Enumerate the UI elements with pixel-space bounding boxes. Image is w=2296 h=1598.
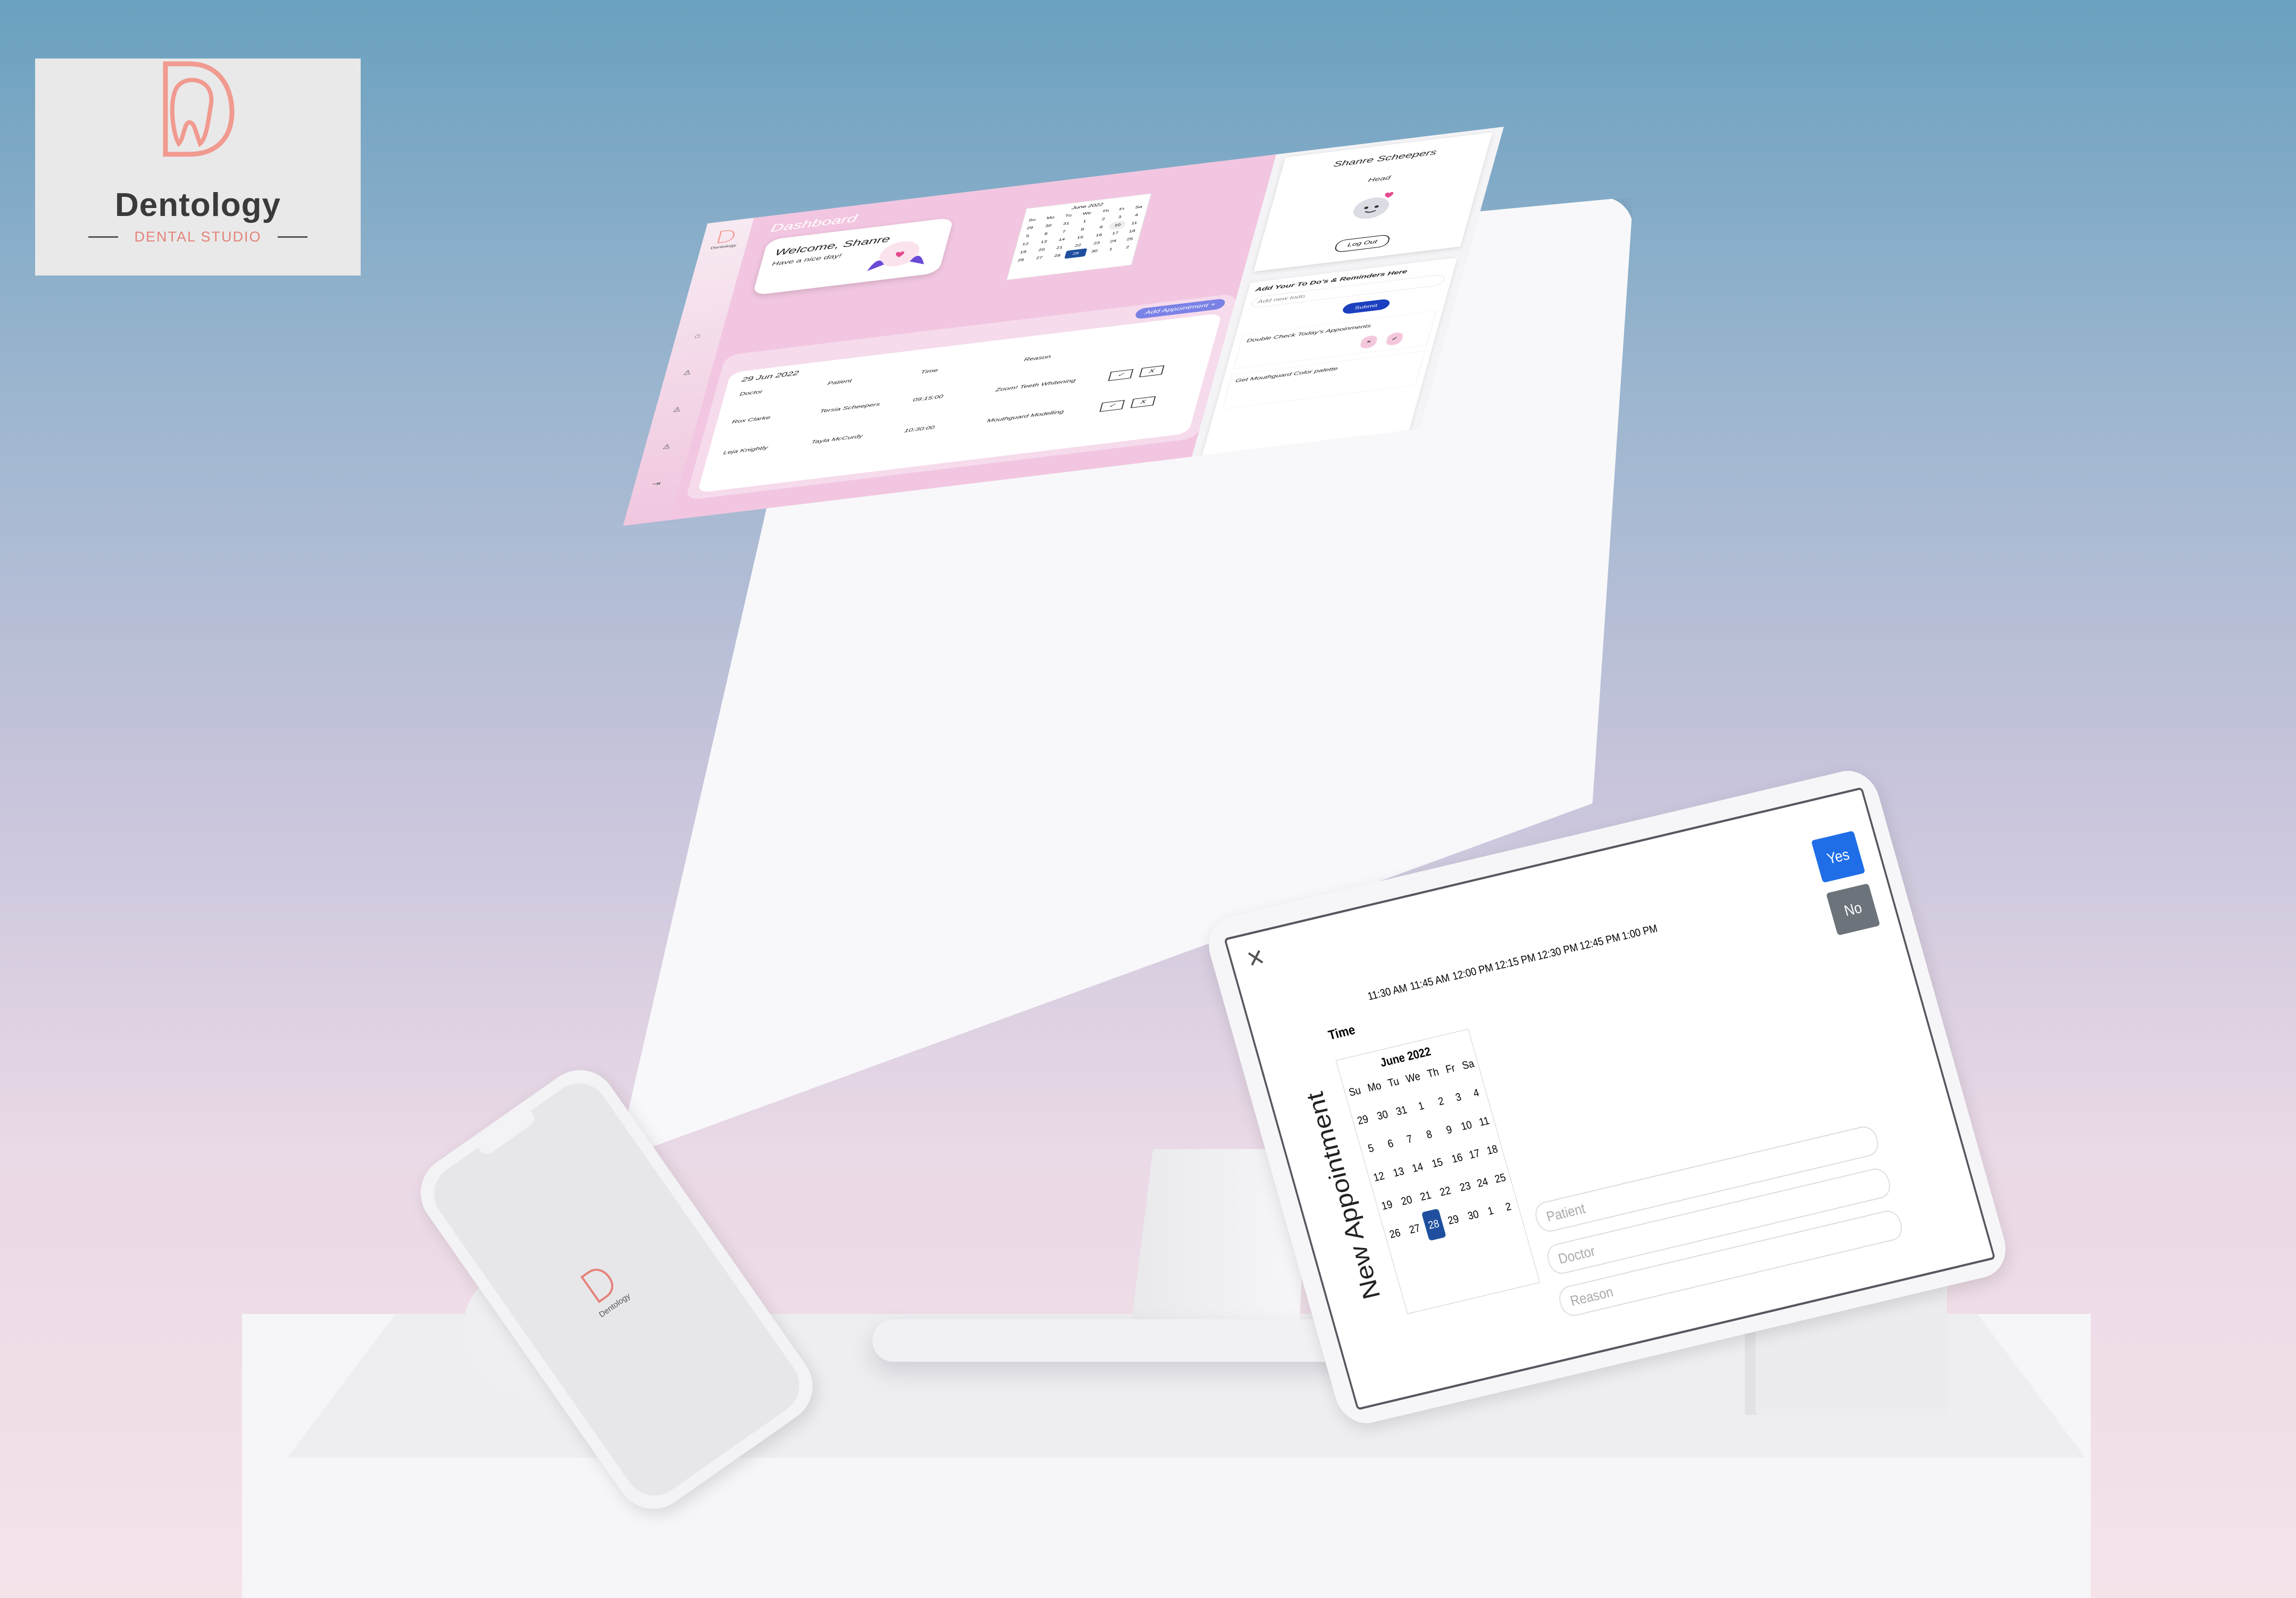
yes-button[interactable]: Yes bbox=[1811, 830, 1866, 883]
reason-cell: Mouthguard Modelling bbox=[986, 409, 1065, 424]
time-cell: 09:15:00 bbox=[912, 394, 944, 403]
accept-button[interactable]: ✓ bbox=[1099, 400, 1125, 412]
brand-tagline: DENTAL STUDIO bbox=[134, 229, 262, 245]
avatar bbox=[1353, 192, 1394, 219]
logout-button[interactable]: Log Out bbox=[1334, 234, 1391, 253]
add-appointment-label: Add Appointment bbox=[1144, 302, 1209, 316]
appointments-date: 29 Jun 2022 bbox=[741, 369, 800, 384]
appointments-table: Doctor Patient Time Reason Rox Clarke Te… bbox=[722, 333, 1207, 455]
reject-button[interactable]: X bbox=[1139, 365, 1164, 378]
doctor-cell: Leja Knightly bbox=[722, 445, 769, 456]
mini-calendar[interactable]: June 2022 Su Mo Tu We Th Fr Sa 29 30 31 1 2 3 4 5 6 7 8 9… bbox=[1006, 193, 1152, 280]
calendar-day[interactable]: 28 bbox=[1048, 251, 1067, 261]
todo-item-text: Get Mouthguard Color palette bbox=[1235, 365, 1338, 384]
patient-cell: Tayla McCurdy bbox=[810, 433, 864, 445]
reject-button[interactable]: X bbox=[1130, 396, 1156, 409]
time-header: Time bbox=[1326, 1022, 1357, 1043]
tagline-rule-right bbox=[278, 236, 307, 238]
time-slot[interactable]: 12:15 PM bbox=[1493, 952, 1537, 973]
sidebar-home-icon[interactable]: ⌂ bbox=[690, 331, 705, 340]
calendar-day[interactable]: 26 bbox=[1011, 255, 1031, 265]
accept-button[interactable]: ✓ bbox=[1108, 369, 1134, 381]
brand-logo-card: Dentology DENTAL STUDIO bbox=[35, 59, 361, 276]
column-header: Time bbox=[920, 368, 939, 375]
time-slot[interactable]: 12:30 PM bbox=[1536, 942, 1579, 963]
column-header: Patient bbox=[827, 378, 853, 387]
plus-icon: + bbox=[1210, 302, 1217, 308]
patient-cell: Tersia Scheepers bbox=[819, 401, 881, 414]
reason-cell: Zoom! Teeth Whitening bbox=[995, 378, 1077, 393]
calendar-day[interactable]: 2 bbox=[1118, 242, 1137, 252]
brand-name: Dentology bbox=[114, 187, 281, 223]
time-slot[interactable]: 11:45 AM bbox=[1409, 972, 1451, 993]
todo-delete-button[interactable]: × bbox=[1359, 335, 1378, 349]
sidebar-add-user-icon[interactable]: ♙ bbox=[659, 442, 674, 452]
todo-submit-button[interactable]: Submit bbox=[1341, 298, 1391, 315]
sidebar-logo[interactable]: Dentology bbox=[705, 228, 746, 251]
date-picker-grid: Su Mo Tu We Th Fr Sa 29 30 31 1 2 3 4 5 6 7 8 9 10 11 12 13 14… bbox=[1342, 1048, 1522, 1251]
time-slot[interactable]: 12:45 PM bbox=[1578, 931, 1622, 953]
time-cell: 10:30:00 bbox=[903, 425, 936, 434]
time-slot[interactable]: 12:00 PM bbox=[1451, 962, 1495, 984]
time-list: 11:30 AM 11:45 AM 12:00 PM 12:15 PM 12:30 PM… bbox=[1366, 920, 1675, 1018]
todo-item-text: Double Check Today's Appoinments bbox=[1246, 323, 1372, 344]
time-slot[interactable]: 11:30 AM bbox=[1366, 982, 1409, 1003]
column-header: Reason bbox=[1023, 354, 1052, 363]
calendar-day[interactable]: 30 bbox=[1085, 246, 1104, 256]
no-button[interactable]: No bbox=[1826, 883, 1881, 936]
todo-panel: Add Your To Do's & Reminders Here Add ne… bbox=[1202, 257, 1458, 456]
calendar-day[interactable]: 1 bbox=[1102, 244, 1120, 254]
sidebar-logout-icon[interactable]: ⇥ bbox=[648, 479, 664, 489]
time-slot[interactable]: 1:00 PM bbox=[1620, 922, 1659, 943]
sidebar-patients-icon[interactable]: ♙ bbox=[669, 405, 685, 414]
todo-done-button[interactable]: ✓ bbox=[1385, 331, 1404, 346]
column-header: Doctor bbox=[739, 389, 763, 397]
close-icon[interactable]: ✕ bbox=[1243, 943, 1268, 974]
profile-card: Shanre Scheepers Head Log Out bbox=[1253, 132, 1493, 272]
tooth-logo-icon bbox=[717, 230, 735, 244]
tooth-logo-icon bbox=[163, 61, 235, 157]
doctor-cell: Rox Clarke bbox=[731, 414, 771, 425]
sidebar-user-icon[interactable]: ♙ bbox=[679, 368, 695, 378]
